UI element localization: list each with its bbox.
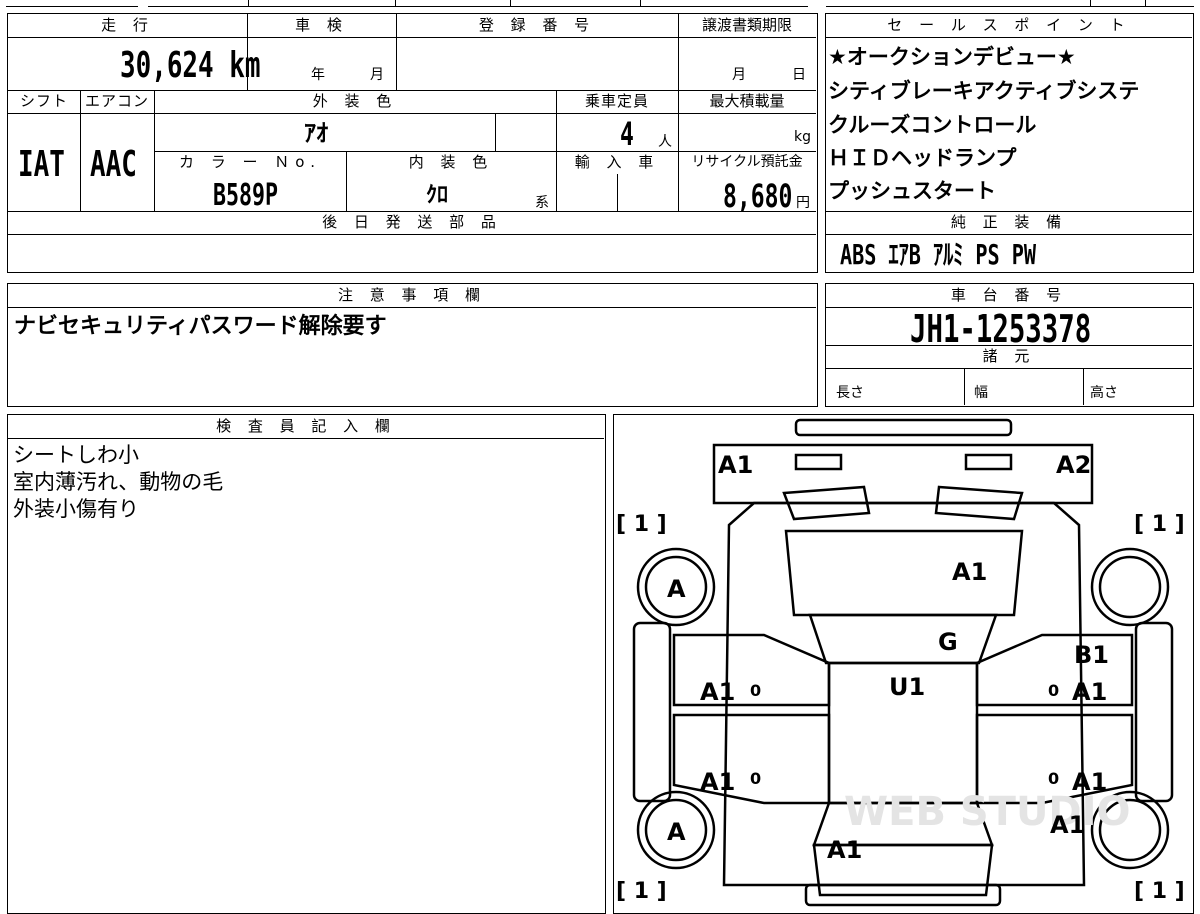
chassis-number: JH1-1253378 xyxy=(910,307,1092,351)
spec-title: 諸 元 xyxy=(982,347,1036,365)
mark-roof: U1 xyxy=(889,673,925,701)
spec-table: 走 行 車 検 登 録 番 号 譲渡書類期限 30,624 km 年 月 月 日… xyxy=(7,13,818,273)
sales-points-panel: セ ー ル ス ポ イ ン ト ★オークションデビュー★ シティブレーキアクティ… xyxy=(825,13,1194,273)
mark-left-front-door: A1 xyxy=(700,678,735,706)
registration-label: 登 録 番 号 xyxy=(478,16,596,34)
max-load-unit: kg xyxy=(794,129,811,145)
sales-points-title: セ ー ル ス ポ イ ン ト xyxy=(887,16,1131,34)
sales-point-item: シティブレーキアクティブシステ xyxy=(828,79,1140,103)
sales-point-item: プッシュスタート xyxy=(828,179,996,203)
chassis-title: 車 台 番 号 xyxy=(950,286,1068,304)
mark-right-rear-fender: A1 xyxy=(1050,811,1085,839)
mark-right-fender: B1 xyxy=(1074,641,1109,669)
sales-point-item: ＨＩＤヘッドランプ xyxy=(828,146,1017,170)
mark-windshield: G xyxy=(938,628,958,656)
inspection-year: 年 xyxy=(311,67,325,83)
inspector-title: 検 査 員 記 入 欄 xyxy=(216,417,396,435)
recycle-value: 8,680 xyxy=(723,177,793,215)
capacity-value: 4 xyxy=(620,115,634,153)
exterior-color-value: ｱｵ xyxy=(304,119,328,147)
interior-color-value: ｸﾛ xyxy=(426,183,449,208)
shift-value: IAT xyxy=(18,144,65,185)
length-label: 長さ xyxy=(836,385,864,401)
mileage-label: 走 行 xyxy=(101,16,154,34)
capacity-unit: 人 xyxy=(658,134,672,150)
top-strip xyxy=(0,0,1200,8)
mark-hood: A1 xyxy=(952,558,987,586)
max-load-label: 最大積載量 xyxy=(709,92,785,110)
bracket-bottom-right: [ 1 ] xyxy=(1134,879,1185,904)
mark-tire-rear-left: A xyxy=(667,818,686,846)
mark-right-rear-door: A1 xyxy=(1072,768,1107,796)
mark-trunk: A1 xyxy=(827,836,862,864)
inspector-line: 外装小傷有り xyxy=(13,497,139,521)
sales-point-item: ★オークションデビュー★ xyxy=(828,45,1076,69)
small-mark-rf-door: 0 xyxy=(1048,681,1059,700)
notes-text: ナビセキュリティパスワード解除要す xyxy=(14,314,387,339)
inspector-panel: 検 査 員 記 入 欄 シートしわ小 室内薄汚れ、動物の毛 外装小傷有り xyxy=(7,414,606,914)
recycle-unit: 円 xyxy=(796,195,810,211)
sales-point-item: クルーズコントロール xyxy=(828,113,1037,137)
parts-label: 後 日 発 送 部 品 xyxy=(322,213,502,231)
small-mark-rr-door: 0 xyxy=(1048,769,1059,788)
inspector-line: シートしわ小 xyxy=(13,443,139,467)
inspection-label: 車 検 xyxy=(295,16,348,34)
mark-front-left: A1 xyxy=(718,451,753,479)
small-mark-lr-door: 0 xyxy=(750,769,761,788)
mark-left-rear-door: A1 xyxy=(700,768,735,796)
transfer-label: 譲渡書類期限 xyxy=(701,16,792,34)
transfer-month: 月 xyxy=(732,67,746,83)
equipment-title: 純 正 装 備 xyxy=(950,213,1068,231)
height-label: 高さ xyxy=(1090,385,1118,401)
color-no-value: B589P xyxy=(213,178,279,213)
notes-panel: 注 意 事 項 欄 ナビセキュリティパスワード解除要す xyxy=(7,283,818,407)
inspector-line: 室内薄汚れ、動物の毛 xyxy=(13,470,224,494)
color-no-label: カ ラ ー Ｎo. xyxy=(179,153,321,171)
interior-color-label: 内 装 色 xyxy=(408,153,494,171)
exterior-color-label: 外 装 色 xyxy=(312,92,398,110)
equipment-value: ABS ｴｱB ｱﾙﾐ PS PW xyxy=(840,238,1037,271)
bracket-bottom-left: [ 1 ] xyxy=(616,879,667,904)
recycle-label: リサイクル預託金 xyxy=(691,154,803,170)
bracket-top-right: [ 1 ] xyxy=(1134,512,1185,537)
import-label: 輸 入 車 xyxy=(574,153,660,171)
chassis-panel: 車 台 番 号 JH1-1253378 諸 元 長さ 幅 高さ xyxy=(825,283,1194,407)
small-mark-lf-door: 0 xyxy=(750,681,761,700)
mark-front-right: A2 xyxy=(1056,451,1091,479)
width-label: 幅 xyxy=(974,385,988,401)
mark-tire-front-left: A xyxy=(667,575,686,603)
aircon-value: AAC xyxy=(90,144,137,185)
bracket-top-left: [ 1 ] xyxy=(616,512,667,537)
mileage-value: 30,624 km xyxy=(120,45,261,86)
capacity-label: 乗車定員 xyxy=(584,92,649,110)
mark-right-front-door: A1 xyxy=(1072,678,1107,706)
interior-color-suffix: 系 xyxy=(535,195,549,211)
inspection-month: 月 xyxy=(370,67,384,83)
aircon-label: エアコン xyxy=(84,92,149,110)
car-diagram-panel: WEB STUDIO A1 A2 A1 G U1 A A A1 A1 B1 A1… xyxy=(613,414,1194,914)
transfer-day: 日 xyxy=(792,67,806,83)
car-diagram: WEB STUDIO A1 A2 A1 G U1 A A A1 A1 B1 A1… xyxy=(616,418,1185,907)
notes-title: 注 意 事 項 欄 xyxy=(337,286,487,304)
shift-label: シフト xyxy=(19,92,68,110)
